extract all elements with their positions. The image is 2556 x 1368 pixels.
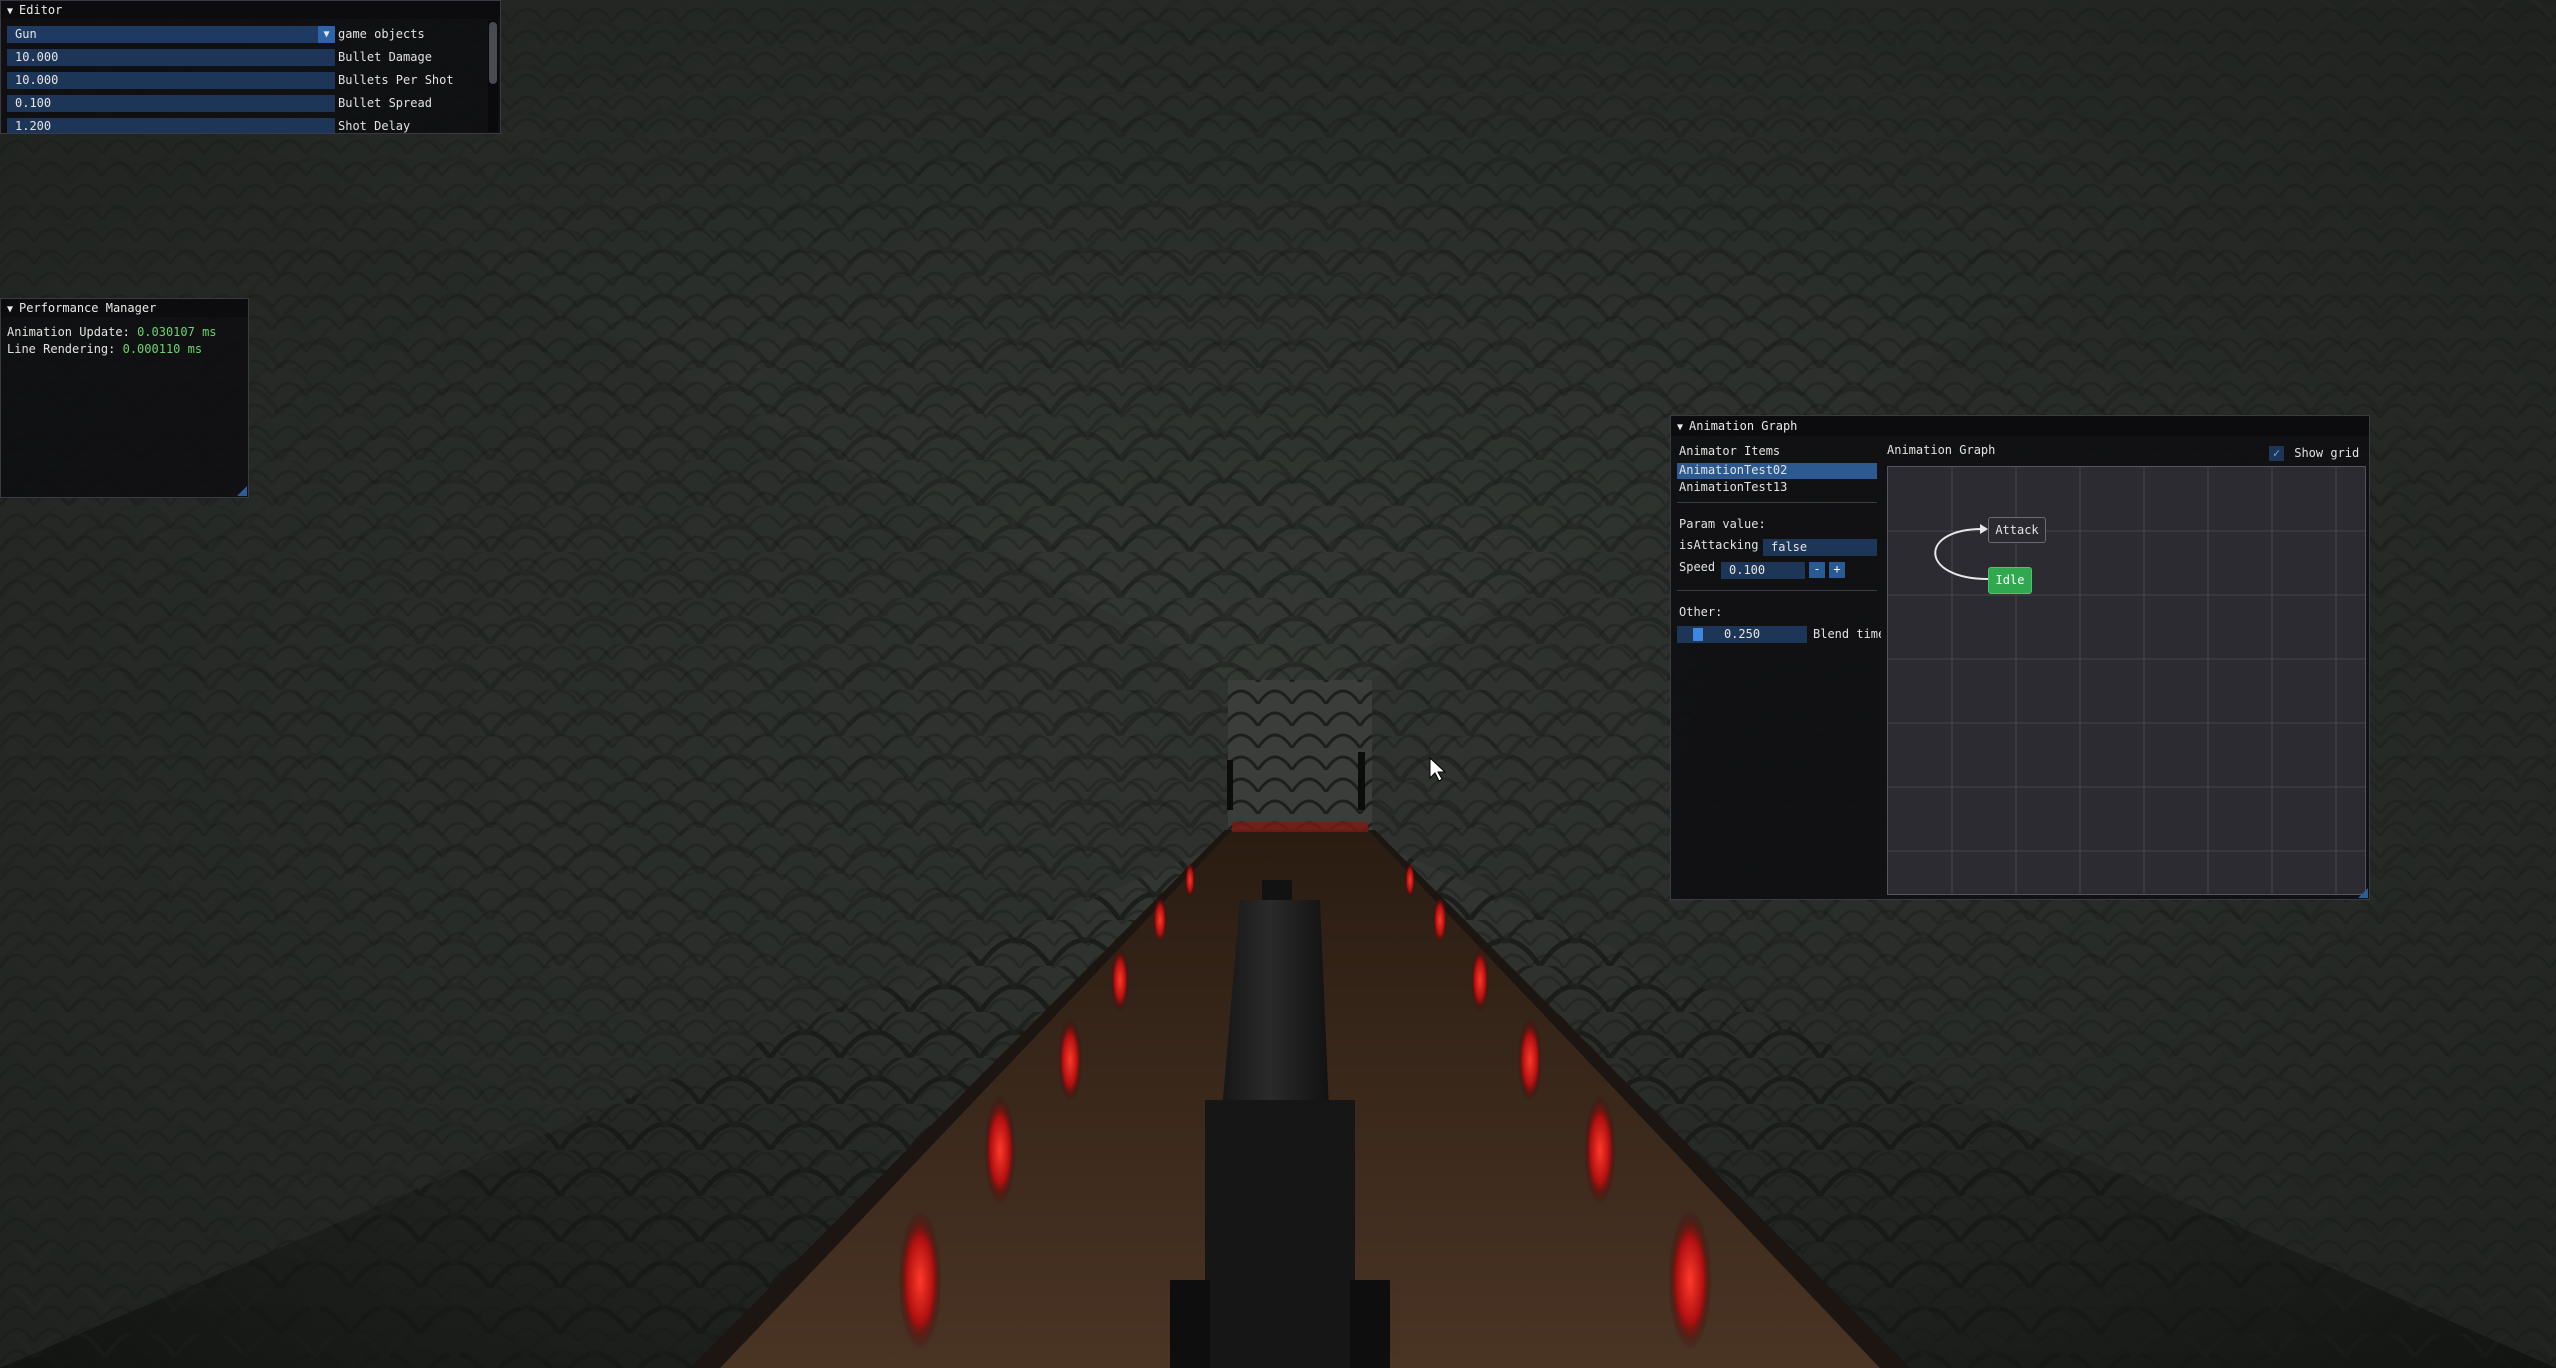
performance-titlebar[interactable]: ▼ Performance Manager: [1, 299, 248, 317]
graph-node-attack-label: Attack: [1995, 523, 2039, 537]
animator-item[interactable]: AnimationTest02: [1679, 462, 1787, 479]
collapse-triangle-icon[interactable]: ▼: [1677, 418, 1683, 438]
gameobject-combo-label: game objects: [338, 27, 425, 41]
graph-canvas[interactable]: Attack Idle: [1887, 466, 2366, 895]
arrow-head-icon: [1980, 524, 1988, 534]
line-rendering-label: Line Rendering:: [7, 342, 116, 356]
bullet-spread-input[interactable]: 0.100: [7, 95, 335, 112]
animator-panel: Animator Items AnimationTest02 Animation…: [1671, 438, 1881, 898]
param-value-header: Param value:: [1679, 517, 1766, 531]
animator-item[interactable]: AnimationTest13: [1679, 479, 1787, 496]
editor-titlebar[interactable]: ▼ Editor: [1, 1, 500, 19]
blend-time-slider[interactable]: 0.250: [1677, 626, 1807, 643]
is-attacking-label: isAttacking: [1679, 538, 1759, 552]
checkmark-icon[interactable]: ✓: [2269, 446, 2284, 461]
bullet-damage-input[interactable]: 10.000: [7, 49, 335, 66]
animation-update-line: Animation Update: 0.030107 ms: [7, 324, 217, 341]
separator: [1677, 590, 1877, 591]
blend-time-value: 0.250: [1723, 627, 1761, 641]
bullet-spread-label: Bullet Spread: [338, 96, 432, 110]
collapse-triangle-icon[interactable]: ▼: [7, 301, 13, 319]
is-attacking-input[interactable]: false: [1763, 539, 1877, 556]
chevron-down-icon[interactable]: ▼: [318, 26, 335, 43]
show-grid-checkbox[interactable]: ✓ Show grid: [2269, 445, 2359, 462]
gameobject-combo[interactable]: Gun ▼: [7, 26, 335, 43]
performance-window: ▼ Performance Manager Animation Update: 0…: [0, 298, 249, 498]
shot-delay-label: Shot Delay: [338, 119, 411, 133]
animation-graph-titlebar[interactable]: ▼ Animation Graph: [1671, 416, 2369, 436]
speed-decrement-button[interactable]: -: [1809, 562, 1825, 578]
performance-title: Performance Manager: [19, 301, 157, 315]
line-rendering-line: Line Rendering: 0.000110 ms: [7, 341, 202, 358]
bullets-per-shot-input[interactable]: 10.000: [7, 72, 335, 89]
animation-graph-window-title: Animation Graph: [1689, 419, 1798, 433]
transition-link: [1934, 527, 1989, 580]
line-rendering-value: 0.000110 ms: [122, 342, 203, 356]
editor-title: Editor: [19, 3, 63, 17]
graph-node-attack[interactable]: Attack: [1988, 517, 2046, 543]
animation-update-value: 0.030107 ms: [137, 325, 217, 339]
animator-items-header: Animator Items: [1679, 444, 1781, 458]
graph-grid: [1888, 467, 2365, 894]
blend-time-slider-grab[interactable]: [1693, 628, 1703, 641]
graph-node-idle-label: Idle: [1995, 573, 2025, 587]
collapse-triangle-icon[interactable]: ▼: [7, 3, 13, 21]
separator: [1677, 502, 1877, 503]
speed-increment-button[interactable]: +: [1829, 562, 1845, 578]
shot-delay-input[interactable]: 1.200: [7, 118, 335, 133]
blend-time-label: Blend time: [1813, 627, 1881, 641]
show-grid-label: Show grid: [2294, 446, 2360, 460]
bullets-per-shot-label: Bullets Per Shot: [338, 73, 454, 87]
speed-label: Speed: [1679, 560, 1716, 574]
editor-window: ▼ Editor Gun ▼ game objects 10.000 Bullet…: [0, 0, 501, 134]
animation-graph-window: ▼ Animation Graph Animator Items Animatio…: [1670, 415, 2370, 900]
editor-scrollbar[interactable]: [488, 20, 498, 132]
speed-input[interactable]: 0.100: [1721, 562, 1805, 579]
gameobject-combo-value: Gun: [15, 27, 37, 41]
bullet-damage-label: Bullet Damage: [338, 50, 432, 64]
resize-grip-icon[interactable]: [2358, 888, 2368, 898]
other-header: Other:: [1679, 605, 1723, 619]
editor-scrollbar-thumb[interactable]: [489, 22, 497, 84]
resize-grip-icon[interactable]: [237, 486, 247, 496]
animation-graph-header: Animation Graph: [1887, 443, 1996, 457]
graph-node-idle[interactable]: Idle: [1988, 567, 2032, 594]
animation-update-label: Animation Update:: [7, 325, 130, 339]
